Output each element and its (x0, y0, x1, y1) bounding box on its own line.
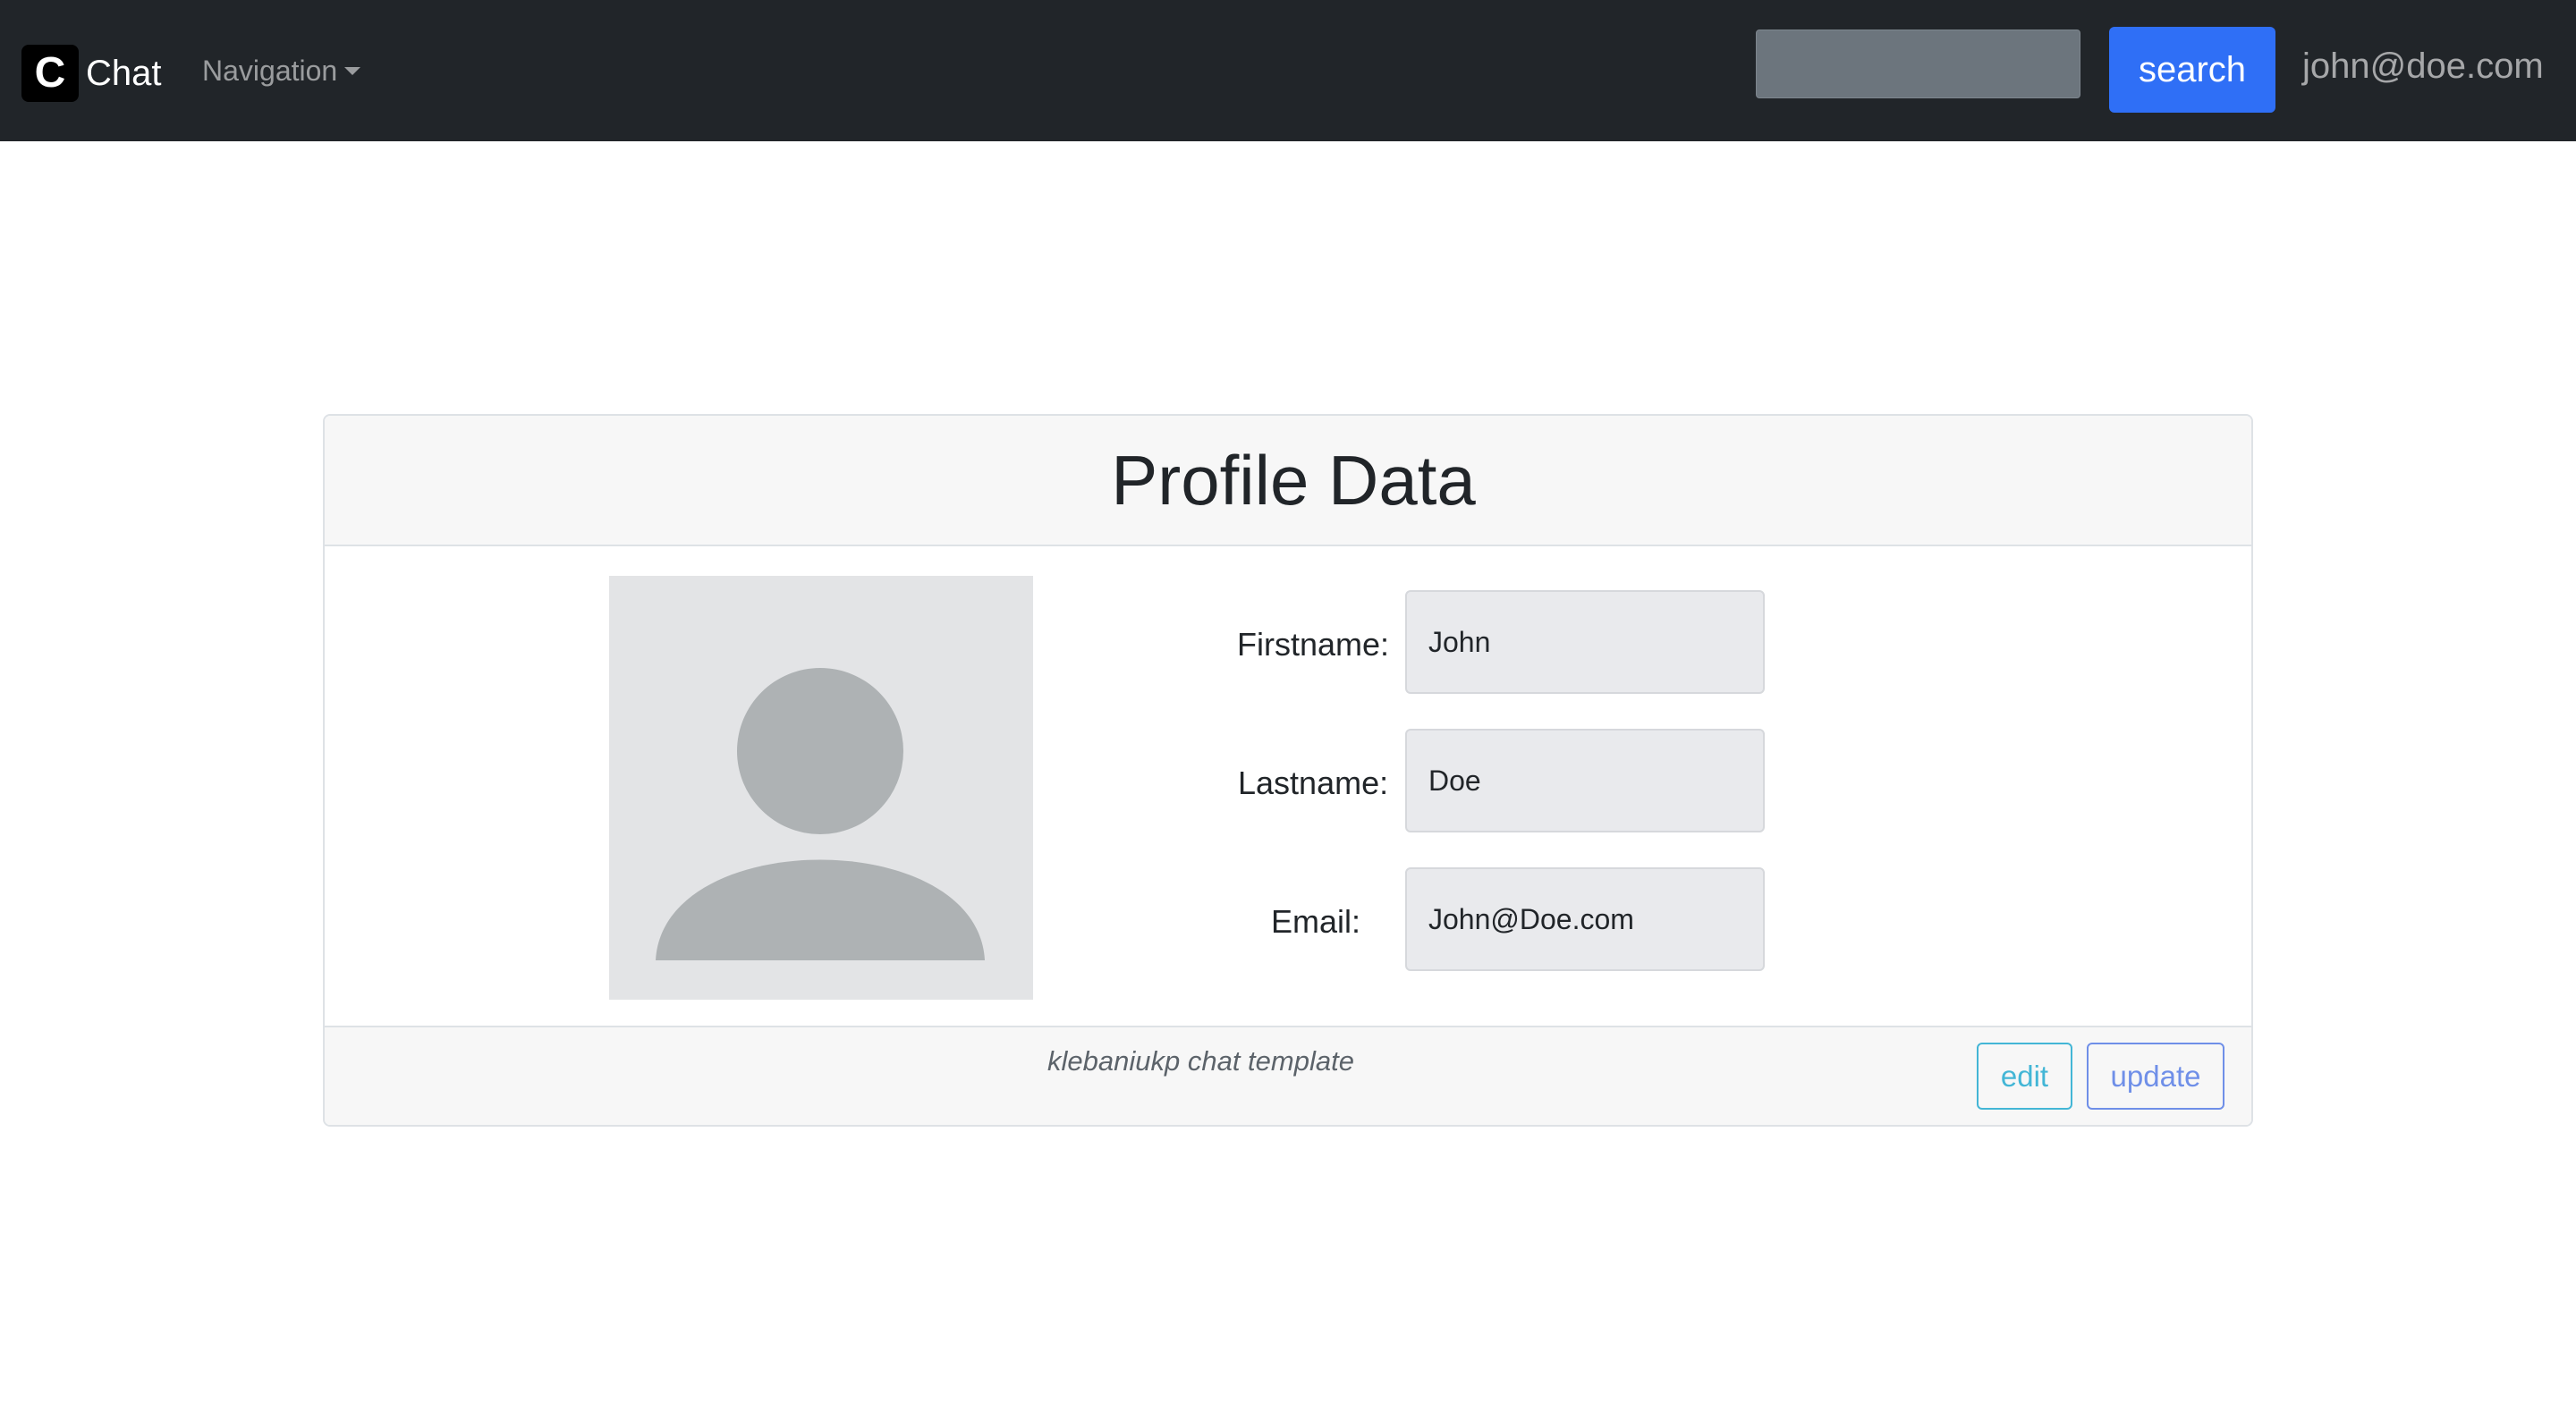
search-input[interactable] (1756, 30, 2080, 98)
profile-card: Profile Data Firstname: Lastname: Email:… (323, 414, 2253, 1127)
email-field[interactable] (1405, 867, 1765, 971)
edit-button[interactable]: edit (1977, 1043, 2072, 1110)
lastname-field[interactable] (1405, 729, 1765, 832)
brand-link[interactable]: C Chat (21, 45, 162, 102)
footer-caption: klebaniukp chat template (1047, 1045, 1354, 1077)
navigation-dropdown[interactable]: Navigation (202, 54, 361, 88)
email-label: Email: (1271, 903, 1361, 940)
page-title: Profile Data (1111, 441, 1476, 520)
caret-down-icon (344, 66, 361, 75)
top-navbar: C Chat Navigation search john@doe.com (0, 0, 2576, 141)
firstname-field[interactable] (1405, 590, 1765, 694)
update-button[interactable]: update (2087, 1043, 2224, 1110)
person-silhouette-icon (656, 668, 985, 960)
firstname-label: Firstname: (1237, 626, 1390, 663)
search-button[interactable]: search (2109, 27, 2275, 113)
profile-card-footer: klebaniukp chat template edit update (325, 1026, 2251, 1125)
navigation-dropdown-label: Navigation (202, 55, 338, 87)
avatar (609, 576, 1033, 1000)
profile-card-header: Profile Data (325, 416, 2251, 546)
brand-logo-letter: C (34, 49, 66, 97)
brand-name: Chat (86, 54, 162, 93)
lastname-label: Lastname: (1238, 765, 1389, 801)
brand-logo-icon: C (21, 45, 79, 102)
user-email-link[interactable]: john@doe.com (2302, 45, 2544, 88)
